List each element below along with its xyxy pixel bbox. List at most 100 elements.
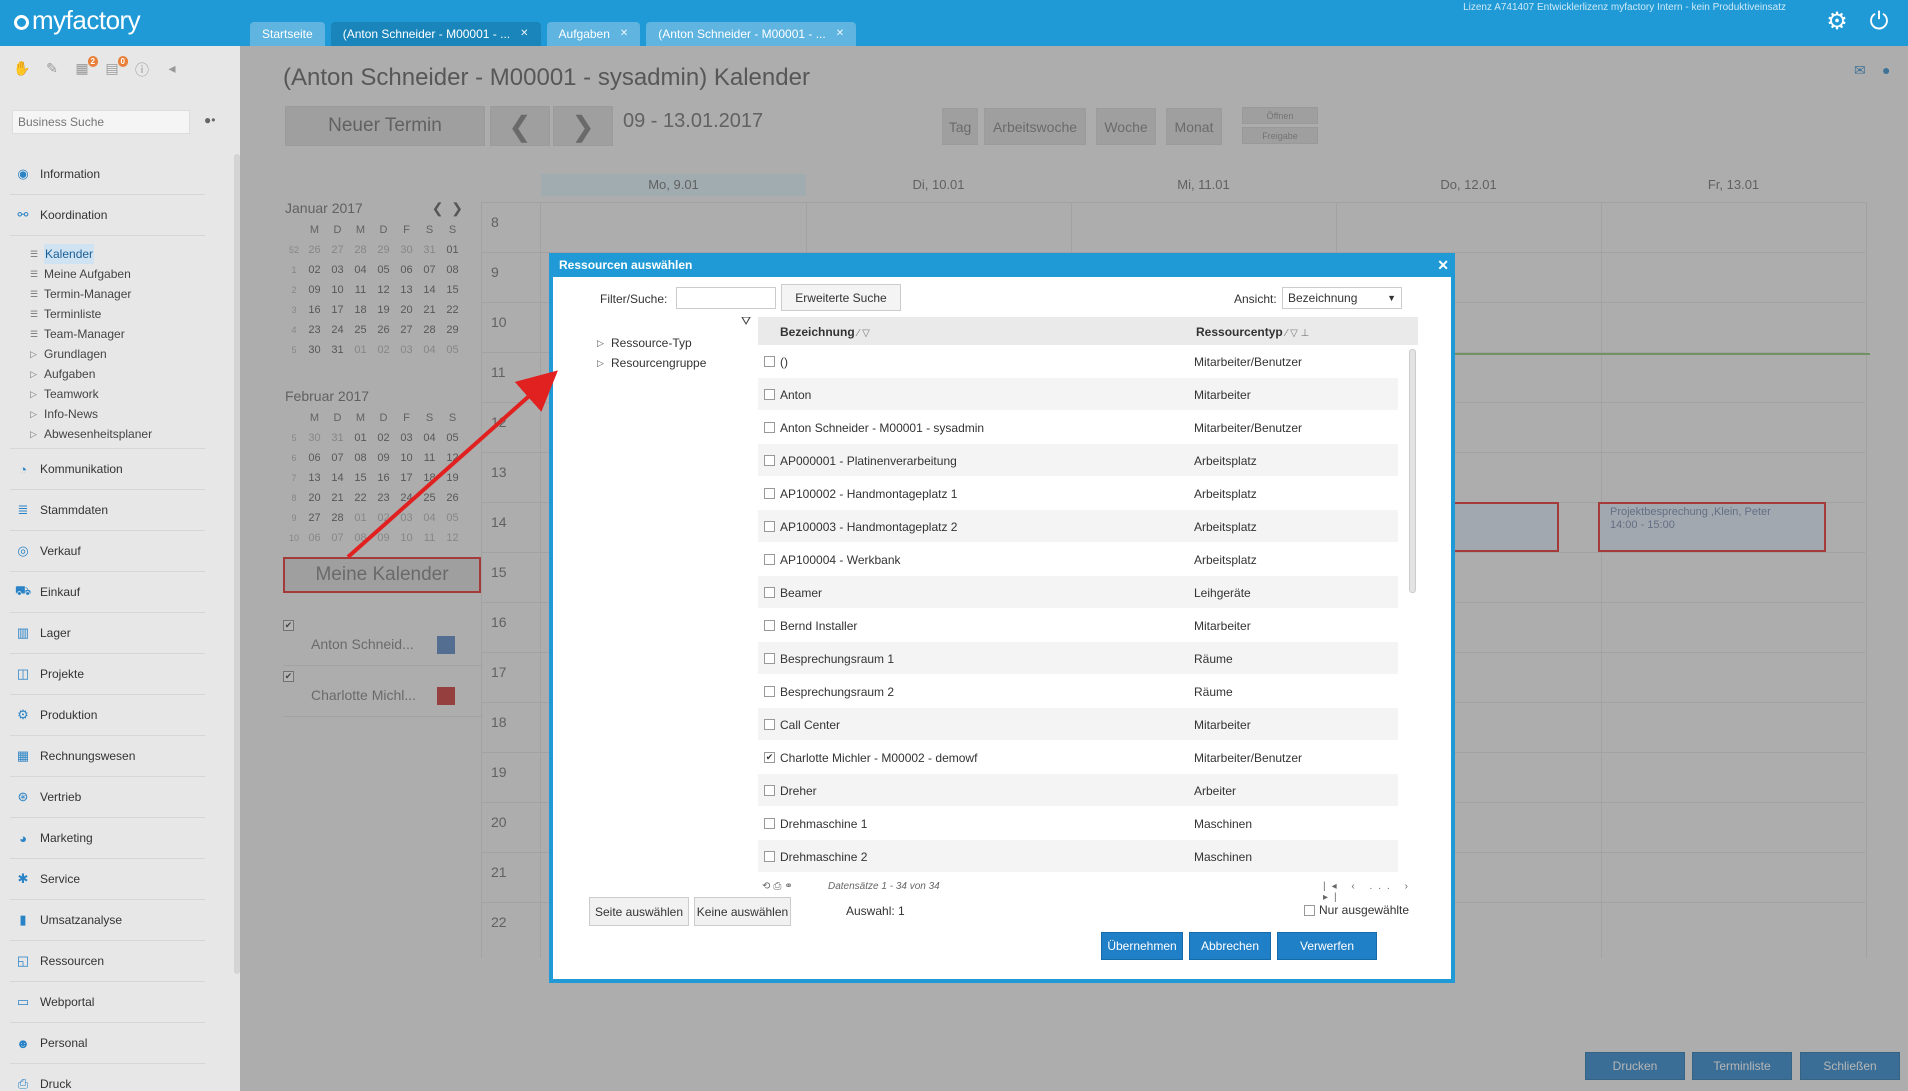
close-icon[interactable]: ✕: [836, 22, 844, 46]
resource-row[interactable]: Drehmaschine 2 Maschinen: [758, 840, 1398, 873]
nav-section-service[interactable]: ✱ Service: [10, 859, 205, 900]
filter-icon[interactable]: ⛛: [741, 314, 751, 329]
grid-scrollbar[interactable]: [1409, 349, 1416, 593]
resource-row[interactable]: AP000001 - Platinenverarbeitung Arbeitspl…: [758, 444, 1398, 477]
power-icon[interactable]: ⏻: [1866, 9, 1892, 35]
row-checkbox[interactable]: [764, 620, 775, 631]
row-checkbox[interactable]: [764, 422, 775, 433]
select-none-button[interactable]: Keine auswählen: [694, 897, 791, 926]
resource-row[interactable]: ✔ Charlotte Michler - M00002 - demowf Mita…: [758, 741, 1398, 774]
filter-input[interactable]: [676, 287, 776, 309]
nav-section-webportal[interactable]: ▭ Webportal: [10, 982, 205, 1023]
nav-sub-item[interactable]: ▷ Grundlagen: [30, 344, 205, 364]
resource-row[interactable]: Besprechungsraum 2 Räume: [758, 675, 1398, 708]
eraser-icon[interactable]: ✎: [40, 60, 64, 80]
tab-1[interactable]: (Anton Schneider - M00001 - ... ✕: [330, 22, 541, 46]
nav-sub-item[interactable]: ☰ Team-Manager: [30, 324, 205, 344]
pin-icon[interactable]: ✋: [10, 60, 34, 80]
nav-sub-item[interactable]: ▷ Abwesenheitsplaner: [30, 424, 205, 444]
only-selected-checkbox[interactable]: [1304, 904, 1315, 916]
advanced-search-button[interactable]: Erweiterte Suche: [781, 284, 901, 311]
nav-sub-item[interactable]: ☰ Termin-Manager: [30, 284, 205, 304]
nav-section-rechnungswesen[interactable]: ▦ Rechnungswesen: [10, 736, 205, 777]
sort-filter-icon[interactable]: ⁄ ▽: [858, 328, 870, 339]
column-header-type[interactable]: Ressourcentyp ⁄ ▽ ⊥: [1196, 325, 1309, 339]
nav-sub-item[interactable]: ☰ Terminliste: [30, 304, 205, 324]
tab-0[interactable]: Startseite: [250, 22, 325, 46]
nav-sub-item[interactable]: ☰ Kalender: [30, 244, 205, 264]
resource-row[interactable]: Anton Schneider - M00001 - sysadmin Mitar…: [758, 411, 1398, 444]
row-checkbox[interactable]: [764, 554, 775, 565]
nav-section-vertrieb[interactable]: ⊛ Vertrieb: [10, 777, 205, 818]
nav-section-marketing[interactable]: ◕ Marketing: [10, 818, 205, 859]
resource-row[interactable]: () Mitarbeiter/Benutzer: [758, 345, 1398, 378]
nav-section-ressourcen[interactable]: ◱ Ressourcen: [10, 941, 205, 982]
row-checkbox[interactable]: [764, 521, 775, 532]
view-select[interactable]: Bezeichnung ▼: [1282, 287, 1402, 309]
row-checkbox[interactable]: ✔: [764, 752, 775, 763]
resource-row[interactable]: AP100004 - Werkbank Arbeitsplatz: [758, 543, 1398, 576]
close-icon[interactable]: ✕: [520, 22, 528, 46]
resource-row[interactable]: Drehmaschine 1 Maschinen: [758, 807, 1398, 840]
resource-row[interactable]: Besprechungsraum 1 Räume: [758, 642, 1398, 675]
row-checkbox[interactable]: [764, 719, 775, 730]
tasks-icon[interactable]: ▦ 2: [70, 56, 98, 80]
nav-section-lager[interactable]: ▥ Lager: [10, 613, 205, 654]
resource-row[interactable]: Call Center Mitarbeiter: [758, 708, 1398, 741]
nav-section-produktion[interactable]: ⚙ Produktion: [10, 695, 205, 736]
row-checkbox[interactable]: [764, 851, 775, 862]
nav-section-einkauf[interactable]: ⛟ Einkauf: [10, 572, 205, 613]
apply-button[interactable]: Übernehmen: [1101, 932, 1183, 960]
pager-tools-icon[interactable]: ⟲⎙⚭: [762, 881, 796, 892]
row-checkbox[interactable]: [764, 389, 775, 400]
collapse-icon[interactable]: ◂: [160, 60, 184, 80]
row-checkbox[interactable]: [764, 356, 775, 367]
select-page-button[interactable]: Seite auswählen: [589, 897, 689, 926]
nav-section-stammdaten[interactable]: ≣ Stammdaten: [10, 490, 205, 531]
nav-section-personal[interactable]: ☻ Personal: [10, 1023, 205, 1064]
row-checkbox[interactable]: [764, 488, 775, 499]
pager-navigation[interactable]: |◂ ‹ ... › ▸|: [1323, 881, 1418, 903]
close-icon[interactable]: ✕: [1437, 253, 1449, 277]
tab-2[interactable]: Aufgaben ✕: [546, 22, 641, 46]
row-checkbox[interactable]: [764, 818, 775, 829]
cancel-button[interactable]: Abbrechen: [1189, 932, 1271, 960]
resource-row[interactable]: AP100003 - Handmontageplatz 2 Arbeitsplat…: [758, 510, 1398, 543]
row-checkbox[interactable]: [764, 587, 775, 598]
nav-sub-item[interactable]: ▷ Aufgaben: [30, 364, 205, 384]
resource-row[interactable]: Anton Mitarbeiter: [758, 378, 1398, 411]
resource-row[interactable]: Bernd Installer Mitarbeiter: [758, 609, 1398, 642]
tab-3[interactable]: (Anton Schneider - M00001 - ... ✕: [646, 22, 857, 46]
tree-item[interactable]: ▷ Ressource-Typ: [597, 333, 706, 353]
nav-section-projekte[interactable]: ◫ Projekte: [10, 654, 205, 695]
nav-section-koordination[interactable]: ⚯ Koordination: [10, 195, 205, 236]
resource-row[interactable]: Beamer Leihgeräte: [758, 576, 1398, 609]
nav-section-kommunikation[interactable]: ◔ Kommunikation: [10, 449, 205, 490]
close-icon[interactable]: ✕: [620, 22, 628, 46]
gear-icon[interactable]: ⚙: [1824, 9, 1850, 35]
notes-icon[interactable]: ▤ 0: [100, 56, 128, 80]
sort-filter-icon[interactable]: ⁄ ▽ ⊥: [1286, 328, 1310, 339]
app-logo[interactable]: myfactory: [14, 5, 141, 36]
resource-row[interactable]: Dreher Arbeiter: [758, 774, 1398, 807]
nav-section-information[interactable]: ◉ Information: [10, 154, 205, 195]
search-options-icon[interactable]: ●•: [204, 113, 215, 127]
column-header-name[interactable]: Bezeichnung ⁄ ▽: [780, 325, 870, 339]
info-circle-icon[interactable]: ⓘ: [130, 60, 154, 80]
row-checkbox[interactable]: [764, 653, 775, 664]
row-checkbox[interactable]: [764, 455, 775, 466]
only-selected-toggle[interactable]: Nur ausgewählte: [1304, 903, 1409, 917]
nav-sub-item[interactable]: ▷ Teamwork: [30, 384, 205, 404]
row-checkbox[interactable]: [764, 686, 775, 697]
nav-section-umsatzanalyse[interactable]: ▮ Umsatzanalyse: [10, 900, 205, 941]
nav-section-verkauf[interactable]: ◎ Verkauf: [10, 531, 205, 572]
resource-row[interactable]: AP100002 - Handmontageplatz 1 Arbeitsplat…: [758, 477, 1398, 510]
row-checkbox[interactable]: [764, 785, 775, 796]
nav-sub-item[interactable]: ☰ Meine Aufgaben: [30, 264, 205, 284]
nav-sub-item[interactable]: ▷ Info-News: [30, 404, 205, 424]
business-search-input[interactable]: [12, 110, 190, 134]
nav-section-druck[interactable]: ⎙ Druck: [10, 1064, 205, 1091]
tree-item[interactable]: ▷ Resourcengruppe: [597, 353, 706, 373]
discard-button[interactable]: Verwerfen: [1277, 932, 1377, 960]
tree-item-label: Ressource-Typ: [611, 336, 692, 350]
